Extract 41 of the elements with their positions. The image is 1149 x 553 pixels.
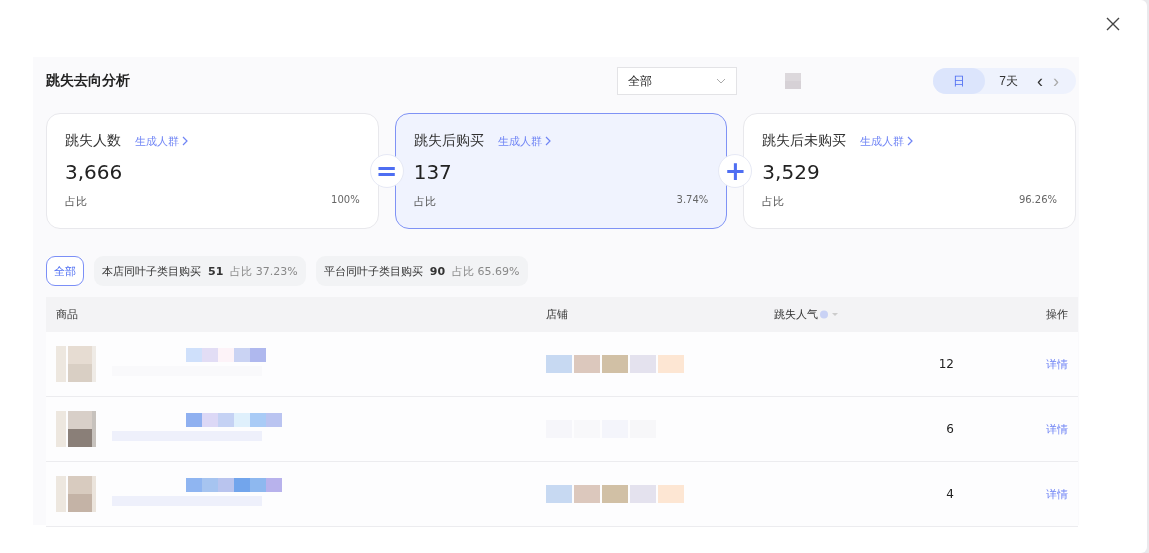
chevron-down-icon <box>716 78 727 84</box>
metric-title: 跳失人数 <box>65 132 121 150</box>
period-tab[interactable]: 7天 <box>985 68 1032 94</box>
metric-value: 137 <box>413 160 453 184</box>
metric-value: 3,666 <box>65 160 124 184</box>
previous-button[interactable]: ‹ <box>1032 71 1048 91</box>
filter-dropdown[interactable]: 全部 <box>617 67 738 95</box>
column-header: 商品 <box>46 297 536 332</box>
metric-title: 跳失后购买 <box>413 132 484 150</box>
share-value: 3.74% <box>676 194 709 207</box>
column-header: 跳失人气 <box>731 297 978 332</box>
metric-title: 跳失后未购买 <box>762 132 847 150</box>
details-link[interactable]: 详情 <box>1046 486 1068 502</box>
chevron-right-icon <box>907 136 914 146</box>
metric-value: 3,529 <box>762 160 821 184</box>
section-title: 跳失去向分析 <box>46 72 131 90</box>
table-cell: 4 <box>731 461 978 527</box>
period-tab[interactable]: 日 <box>933 68 986 94</box>
share-value: 100% <box>331 194 360 207</box>
column-header: 店铺 <box>536 297 732 332</box>
details-link[interactable]: 详情 <box>1046 421 1068 437</box>
share-value: 96.26% <box>1018 194 1057 207</box>
filter-chip[interactable]: 本店同叶子类目购买 51 占比 37.23% <box>94 256 306 286</box>
create-audience-link[interactable]: 生成人群 <box>135 133 188 149</box>
metric-card[interactable]: 跳失后购买 生成人群 137 占比 3.74% <box>394 113 728 229</box>
details-link[interactable]: 详情 <box>1046 356 1068 372</box>
table-cell: 6 <box>731 396 978 462</box>
chevron-right-icon <box>182 136 188 146</box>
close-button[interactable] <box>1104 15 1122 33</box>
share-label: 占比 <box>413 194 436 209</box>
table-cell: 12 <box>731 332 978 397</box>
create-audience-link[interactable]: 生成人群 <box>860 133 914 149</box>
metric-card[interactable]: 跳失后未购买 生成人群 3,529 占比 96.26% <box>743 113 1076 229</box>
filter-chip[interactable]: 平台同叶子类目购买 90 占比 65.69% <box>315 256 528 286</box>
share-label: 占比 <box>762 194 785 209</box>
share-label: 占比 <box>65 194 87 209</box>
create-audience-link[interactable]: 生成人群 <box>497 133 551 149</box>
metric-card[interactable]: 跳失人数 生成人群 3,666 占比 100% <box>46 113 379 229</box>
filter-chip[interactable]: 全部 <box>46 256 84 286</box>
column-header: 操作 <box>978 297 1078 332</box>
chevron-right-icon <box>544 136 551 146</box>
